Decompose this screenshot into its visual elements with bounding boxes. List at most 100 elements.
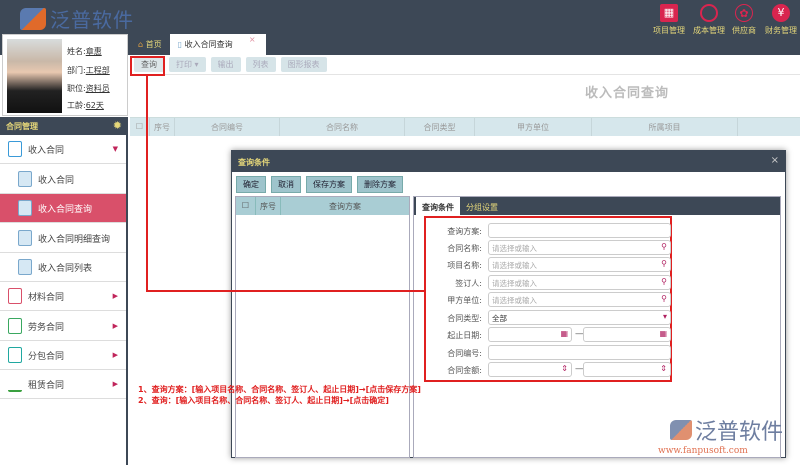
end-date-input[interactable]: ▦ <box>583 327 671 342</box>
tab-label: 收入合同查询 <box>184 40 233 49</box>
signer-input[interactable]: 请选择或输入 ⚲ <box>488 275 671 290</box>
annotation-line: 1、查询方案：[输入项目名称、合同名称、签订人、起止日期]→[点击保存方案] <box>138 385 421 394</box>
sidebar-title: 合同管理 <box>6 122 38 131</box>
profile-tenure-link[interactable]: 62天 <box>86 101 104 110</box>
print-button[interactable]: 打印 ▾ <box>169 57 206 72</box>
labor-contract-icon <box>8 318 22 334</box>
column-header: 所属项目 <box>592 118 738 136</box>
table-header: ☐ 序号 合同编号 合同名称 合同类型 甲方单位 所属项目 <box>130 117 800 136</box>
toolbar: 查询 打印 ▾ 输出 列表 图形报表 <box>130 55 800 75</box>
search-icon[interactable]: ⚲ <box>661 277 667 286</box>
close-icon[interactable]: × <box>771 155 779 166</box>
sidebar-item-material-contract[interactable]: 材料合同 ▶ <box>0 282 126 311</box>
profile-tenure: 工龄:62天 <box>67 101 104 110</box>
field-label: 合同类型: <box>447 314 482 323</box>
tab-query-conditions[interactable]: 查询条件 <box>416 197 460 215</box>
sidebar-item-labor-contract[interactable]: 劳务合同 ▶ <box>0 312 126 341</box>
profile-position: 职位:资料员 <box>67 84 110 93</box>
sidebar-header: 合同管理 ✹ <box>0 117 128 135</box>
scheme-name-input[interactable] <box>488 223 671 238</box>
delete-scheme-button[interactable]: 删除方案 <box>357 176 403 193</box>
scheme-list: ☐ 序号 查询方案 <box>235 196 410 458</box>
contract-number-input[interactable] <box>488 345 671 360</box>
column-header: 序号 <box>256 197 281 215</box>
nav-label: 项目管理 <box>653 26 685 35</box>
yen-icon: ¥ <box>772 4 790 22</box>
tab-income-contract-query[interactable]: ▯ 收入合同查询 × <box>169 34 266 55</box>
sidebar-item-income-contract-list[interactable]: 收入合同列表 <box>0 253 126 282</box>
chevron-down-icon: ▾ <box>662 312 667 321</box>
sidebar-item-label: 材料合同 <box>28 292 65 303</box>
contract-name-input[interactable]: 请选择或输入 ⚲ <box>488 240 671 255</box>
sidebar-item-income-contract-query[interactable]: 收入合同查询 <box>0 194 126 223</box>
contract-type-select[interactable]: 全部 ▾ <box>488 310 671 325</box>
sidebar-item-label: 劳务合同 <box>28 322 65 333</box>
spinner-icon[interactable]: ⇕ <box>660 364 667 373</box>
document-icon <box>18 171 32 187</box>
chart-report-button[interactable]: 图形报表 <box>280 57 327 72</box>
document-icon <box>18 259 32 275</box>
calendar-icon[interactable]: ▦ <box>560 329 568 338</box>
document-icon <box>18 200 32 216</box>
search-icon[interactable]: ⚲ <box>661 259 667 268</box>
cancel-button[interactable]: 取消 <box>271 176 301 193</box>
select-all-checkbox[interactable]: ☐ <box>236 197 256 215</box>
tab-group-settings[interactable]: 分组设置 <box>460 197 504 215</box>
list-button[interactable]: 列表 <box>245 57 276 72</box>
annotation-line: 2、查询：[输入项目名称、合同名称、签订人、起止日期]→[点击确定] <box>138 396 389 405</box>
sidebar-item-subcontract[interactable]: 分包合同 ▶ <box>0 341 126 370</box>
sidebar-item-income-contract-group[interactable]: 收入合同 ▼ <box>0 135 126 164</box>
connector-line <box>146 290 424 292</box>
sidebar-item-label: 收入合同列表 <box>38 263 93 274</box>
confirm-button[interactable]: 确定 <box>236 176 266 193</box>
spinner-icon[interactable]: ⇕ <box>561 364 568 373</box>
medal-icon: ✿ <box>735 4 753 22</box>
field-label: 查询方案: <box>447 227 482 236</box>
min-amount-stepper[interactable]: ⇕ <box>488 362 572 377</box>
nav-label: 财务管理 <box>765 26 797 35</box>
sidebar-item-label: 租赁合同 <box>28 380 65 391</box>
logo-icon <box>20 7 46 30</box>
project-name-input[interactable]: 请选择或输入 ⚲ <box>488 257 671 272</box>
sidebar-item-lease-contract[interactable]: 租赁合同 ▶ <box>0 370 126 399</box>
column-header: 合同编号 <box>175 118 280 136</box>
sidebar-item-income-contract[interactable]: 收入合同 <box>0 165 126 194</box>
search-icon[interactable]: ⚲ <box>661 242 667 251</box>
user-profile: 姓名:章惠 部门:工程部 职位:资料员 工龄:62天 <box>2 34 128 116</box>
avatar <box>7 39 62 113</box>
nav-finance-management[interactable]: ¥ 财务管理 <box>758 4 800 36</box>
page-title: 收入合同查询 <box>585 86 670 101</box>
watermark: 泛普软件 www.fanpusoft.com <box>658 414 783 456</box>
subcontract-icon <box>8 347 22 363</box>
profile-name: 姓名:章惠 <box>67 47 102 56</box>
document-icon: ▯ <box>177 40 183 49</box>
tab-label: 首页 <box>145 40 162 49</box>
field-label: 起止日期: <box>447 331 482 340</box>
start-date-input[interactable]: ▦ <box>488 327 572 342</box>
highlight-box <box>130 56 165 76</box>
material-contract-icon <box>8 288 22 304</box>
column-header: 合同类型 <box>405 118 475 136</box>
close-tab-icon[interactable]: × <box>249 35 256 44</box>
profile-dept-link[interactable]: 工程部 <box>86 66 110 75</box>
search-icon[interactable]: ⚲ <box>661 294 667 303</box>
column-header: 序号 <box>150 118 175 136</box>
profile-name-link[interactable]: 章惠 <box>86 47 102 56</box>
chevron-right-icon: ▶ <box>112 380 118 388</box>
party-a-input[interactable]: 请选择或输入 ⚲ <box>488 292 671 307</box>
tab-bar: ⌂ 首页 ▯ 收入合同查询 × <box>130 34 266 55</box>
field-label: 项目名称: <box>447 261 482 270</box>
max-amount-stepper[interactable]: ⇕ <box>583 362 671 377</box>
tab-home[interactable]: ⌂ 首页 <box>130 34 170 55</box>
query-dialog: 查询条件 × 确定 取消 保存方案 删除方案 ☐ 序号 查询方案 查询条件 分组… <box>231 150 786 458</box>
export-button[interactable]: 输出 <box>210 57 241 72</box>
gear-icon[interactable]: ✹ <box>113 119 122 132</box>
sidebar-item-income-contract-detail-query[interactable]: 收入合同明细查询 <box>0 224 126 253</box>
calendar-icon[interactable]: ▦ <box>659 329 667 338</box>
document-icon <box>18 230 32 246</box>
profile-position-link[interactable]: 资料员 <box>86 84 110 93</box>
chevron-right-icon: ▶ <box>112 322 118 330</box>
sidebar-item-label: 收入合同 <box>28 145 65 156</box>
save-scheme-button[interactable]: 保存方案 <box>306 176 352 193</box>
sidebar-item-label: 分包合同 <box>28 351 65 362</box>
